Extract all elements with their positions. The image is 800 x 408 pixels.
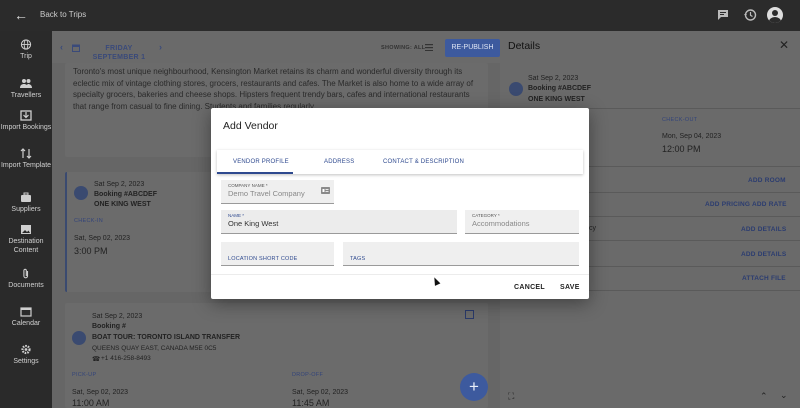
next-day-icon[interactable]: › bbox=[159, 42, 162, 52]
tab-contact-description[interactable]: CONTACT & DESCRIPTION bbox=[383, 159, 464, 165]
add-rate-link[interactable]: ADD RATE bbox=[752, 201, 787, 208]
showing-filter[interactable]: SHOWING: ALL bbox=[381, 45, 425, 51]
checkin-label: CHECK-IN bbox=[74, 218, 103, 224]
fullscreen-icon[interactable]: ⛶ bbox=[508, 391, 514, 402]
details-title: Details bbox=[508, 40, 541, 52]
pickup-time: 11:00 AM bbox=[72, 398, 110, 408]
company-name-field[interactable]: COMPANY NAME * Demo Travel Company bbox=[221, 180, 334, 204]
hotel-icon bbox=[74, 186, 88, 200]
tab-vendor-profile[interactable]: VENDOR PROFILE bbox=[233, 159, 289, 165]
attach-file-link[interactable]: ATTACH FILE bbox=[742, 275, 786, 282]
sidebar-item-trip[interactable]: Trip bbox=[0, 39, 52, 61]
dialog-tabs: VENDOR PROFILE ADDRESS CONTACT & DESCRIP… bbox=[217, 150, 583, 174]
add-details-link[interactable]: ADD DETAILS bbox=[741, 226, 786, 233]
checkin-time: 3:00 PM bbox=[74, 246, 108, 256]
template-icon bbox=[20, 148, 32, 159]
briefcase-icon bbox=[21, 192, 31, 202]
hotel-icon bbox=[509, 82, 523, 96]
id-card-icon[interactable] bbox=[321, 187, 330, 194]
category-select[interactable]: CATEGORY * Accommodations bbox=[465, 210, 579, 234]
dropoff-date: Sat, Sep 02, 2023 bbox=[292, 389, 349, 396]
current-date: FRIDAY SEPTEMBER 1 bbox=[92, 45, 146, 61]
sidebar-item-suppliers[interactable]: Suppliers bbox=[0, 192, 52, 214]
booking-name: ONE KING WEST bbox=[94, 201, 151, 208]
sidebar-item-calendar[interactable]: Calendar bbox=[0, 306, 52, 328]
booking-date: Sat Sep 2, 2023 bbox=[94, 181, 145, 188]
sidebar-item-import-bookings[interactable]: Import Bookings bbox=[0, 110, 52, 132]
sidebar-item-settings[interactable]: Settings bbox=[0, 344, 52, 366]
name-field[interactable]: NAME * One King West bbox=[221, 210, 457, 234]
checkin-date: Sat, Sep 02, 2023 bbox=[74, 235, 131, 242]
dialog-divider bbox=[211, 274, 589, 275]
account-icon[interactable] bbox=[767, 7, 783, 23]
checkout-time: 12:00 PM bbox=[662, 144, 701, 154]
booking-name: BOAT TOUR: TORONTO ISLAND TRANSFER bbox=[92, 334, 241, 341]
sidebar-item-destination-content[interactable]: Destination Content bbox=[0, 224, 52, 255]
location-short-code-input[interactable]: LOCATION SHORT CODE bbox=[221, 242, 334, 266]
sidebar-item-documents[interactable]: Documents bbox=[0, 268, 52, 290]
pickup-label: PICK-UP bbox=[72, 372, 97, 378]
phone-icon: ☎ bbox=[92, 356, 101, 363]
list-icon[interactable] bbox=[425, 44, 433, 51]
dropoff-label: DROP-OFF bbox=[292, 372, 324, 378]
tab-address[interactable]: ADDRESS bbox=[324, 159, 354, 165]
select-checkbox[interactable] bbox=[465, 310, 474, 319]
details-row-label: cy bbox=[589, 225, 596, 232]
paperclip-icon bbox=[23, 268, 29, 279]
calendar-icon bbox=[72, 44, 80, 52]
cancel-button[interactable]: CANCEL bbox=[514, 284, 545, 291]
import-icon bbox=[20, 110, 32, 121]
transfer-icon bbox=[72, 331, 86, 345]
dialog-title: Add Vendor bbox=[223, 120, 278, 132]
add-booking-button[interactable]: + bbox=[460, 373, 488, 401]
top-bar: ← Back to Trips bbox=[0, 0, 800, 31]
chat-icon[interactable] bbox=[716, 8, 730, 22]
history-icon[interactable] bbox=[743, 8, 757, 22]
sidebar: Trip Travellers Import Bookings Import T… bbox=[0, 31, 52, 408]
details-date: Sat Sep 2, 2023 bbox=[528, 75, 579, 82]
checkout-date: Mon, Sep 04, 2023 bbox=[662, 133, 722, 140]
close-icon[interactable]: ✕ bbox=[779, 38, 789, 52]
back-to-trips-link[interactable]: Back to Trips bbox=[40, 10, 86, 19]
add-room-link[interactable]: ADD ROOM bbox=[748, 177, 786, 184]
booking-number: Booking # bbox=[92, 323, 126, 330]
sidebar-item-import-template[interactable]: Import Template bbox=[0, 148, 52, 170]
republish-button[interactable]: RE-PUBLISH bbox=[445, 39, 500, 57]
pickup-date: Sat, Sep 02, 2023 bbox=[72, 389, 129, 396]
save-button[interactable]: SAVE bbox=[560, 284, 580, 291]
checkout-label: CHECK-OUT bbox=[662, 117, 698, 123]
dropoff-time: 11:45 AM bbox=[292, 398, 330, 408]
booking-address: QUEENS QUAY EAST, CANADA M5E 0C5 bbox=[92, 345, 217, 352]
add-pricing-link[interactable]: ADD PRICING bbox=[705, 201, 750, 208]
chevron-up-icon[interactable]: ⌃ bbox=[760, 391, 768, 402]
active-tab-indicator bbox=[217, 172, 293, 174]
gear-icon bbox=[21, 344, 31, 355]
calendar-icon bbox=[20, 307, 32, 317]
sidebar-item-travellers[interactable]: Travellers bbox=[0, 78, 52, 100]
booking-phone: +1 416-258-8493 bbox=[101, 355, 151, 362]
back-arrow-icon[interactable]: ← bbox=[14, 7, 28, 23]
add-vendor-dialog: Add Vendor VENDOR PROFILE ADDRESS CONTAC… bbox=[211, 108, 589, 299]
people-icon bbox=[20, 79, 32, 88]
tags-input[interactable]: TAGS bbox=[343, 242, 579, 266]
booking-date: Sat Sep 2, 2023 bbox=[92, 313, 143, 320]
image-icon bbox=[21, 225, 31, 234]
details-booking-name: ONE KING WEST bbox=[528, 96, 585, 103]
details-booking-number: Booking #ABCDEF bbox=[528, 85, 591, 92]
booking-number: Booking #ABCDEF bbox=[94, 191, 157, 198]
prev-day-icon[interactable]: ‹ bbox=[60, 42, 63, 52]
add-details-link[interactable]: ADD DETAILS bbox=[741, 251, 786, 258]
globe-icon bbox=[20, 39, 32, 50]
chevron-down-icon[interactable]: ⌄ bbox=[780, 390, 788, 401]
